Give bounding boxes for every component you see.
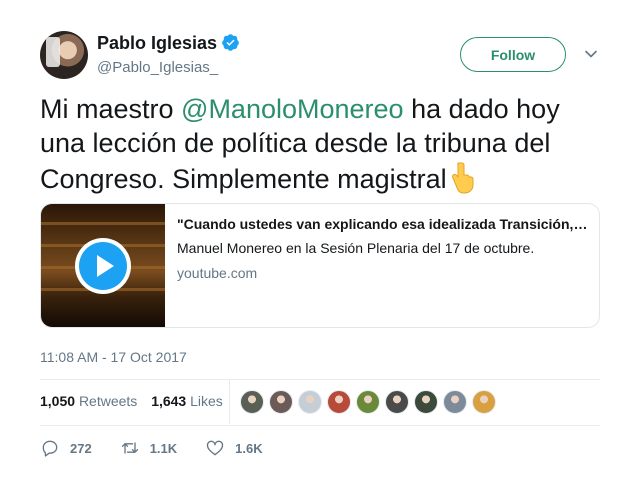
verified-badge-icon (222, 34, 239, 51)
mention-link[interactable]: @ManoloMonereo (181, 94, 404, 124)
like-count: 1.6K (235, 440, 263, 456)
likes-stat[interactable]: 1,643 Likes (151, 393, 223, 409)
liker-avatar[interactable] (327, 390, 351, 414)
likes-count: 1,643 (151, 393, 187, 409)
liker-avatar[interactable] (269, 390, 293, 414)
tweet-text: Mi maestro @ManoloMonereo ha dado hoy un… (40, 92, 600, 196)
retweet-icon (121, 442, 138, 454)
follow-button[interactable]: Follow (460, 37, 566, 72)
likers-avatars (240, 390, 496, 414)
like-button[interactable]: 1.6K (205, 438, 263, 458)
chevron-down-icon[interactable] (584, 47, 598, 61)
heart-icon (207, 440, 224, 456)
author-avatar[interactable] (40, 31, 88, 79)
retweets-label: Retweets (78, 393, 138, 409)
retweets-stat[interactable]: 1,050 Retweets (40, 393, 137, 409)
tweet-stats: 1,050 Retweets 1,643 Likes (40, 393, 223, 409)
reply-count: 272 (70, 440, 92, 456)
reply-icon (42, 440, 58, 457)
card-domain: youtube.com (177, 265, 258, 281)
liker-avatar[interactable] (240, 390, 264, 414)
liker-avatar[interactable] (414, 390, 438, 414)
card-description: Manuel Monereo en la Sesión Plenaria del… (177, 240, 535, 256)
video-thumbnail[interactable] (41, 204, 165, 327)
liker-avatar[interactable] (356, 390, 380, 414)
play-icon (97, 255, 114, 277)
author-handle[interactable]: @Pablo_Iglesias_ (97, 59, 218, 76)
likes-label: Likes (190, 393, 223, 409)
liker-avatar[interactable] (443, 390, 467, 414)
card-title[interactable]: "Cuando ustedes van explicando esa ideal… (177, 216, 589, 232)
tweet-text-start: Mi maestro (40, 94, 182, 124)
tweet-timestamp[interactable]: 11:08 AM - 17 Oct 2017 (40, 349, 187, 365)
retweets-count: 1,050 (40, 393, 76, 409)
link-preview-card[interactable]: "Cuando ustedes van explicando esa ideal… (40, 203, 600, 328)
liker-avatar[interactable] (472, 390, 496, 414)
pointing-down-hand-icon (451, 162, 474, 194)
liker-avatar[interactable] (298, 390, 322, 414)
tweet-actions: 272 1.1K 1.6K (40, 438, 291, 458)
divider-bottom (40, 425, 600, 426)
play-button[interactable] (75, 238, 131, 294)
retweet-count: 1.1K (149, 440, 178, 456)
author-name[interactable]: Pablo Iglesias (97, 33, 217, 54)
retweet-button[interactable]: 1.1K (120, 438, 177, 458)
liker-avatar[interactable] (385, 390, 409, 414)
stats-separator (229, 380, 230, 424)
divider-top (40, 379, 600, 380)
reply-button[interactable]: 272 (40, 438, 92, 458)
